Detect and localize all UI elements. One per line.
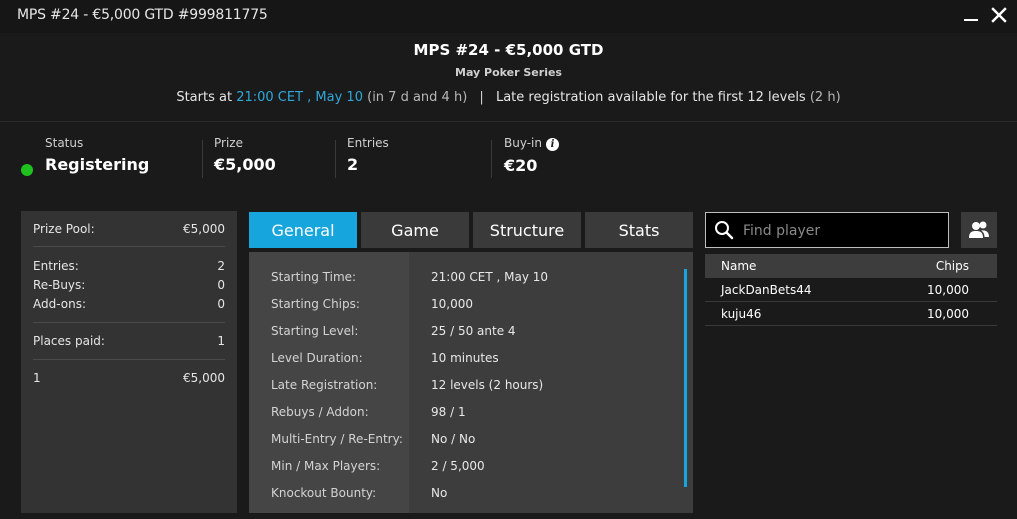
close-button[interactable] (990, 6, 1008, 24)
info-key: Level Duration: (271, 351, 363, 365)
payout-amount: €5,000 (183, 371, 225, 385)
info-key: Multi-Entry / Re-Entry: (271, 432, 403, 446)
summary-bar: Status Registering Prize €5,000 Entries … (0, 121, 1017, 193)
info-value: 12 levels (2 hours) (431, 378, 544, 392)
buyin-label: Buy-in i (504, 136, 559, 151)
general-info-panel: Starting Time: 21:00 CET , May 10 Starti… (249, 252, 693, 513)
info-key: Late Registration: (271, 378, 378, 392)
info-key: Rebuys / Addon: (271, 405, 369, 419)
starts-prefix: Starts at (176, 90, 233, 105)
player-name: JackDanBets44 (721, 283, 812, 297)
divider (491, 140, 492, 178)
tournament-header: MPS #24 - €5,000 GTD May Poker Series St… (0, 33, 1017, 121)
find-player-input[interactable] (743, 221, 943, 241)
tab-stats[interactable]: Stats (585, 212, 693, 248)
tab-general[interactable]: General (249, 212, 357, 248)
info-value: No / No (431, 432, 476, 446)
entries-row-label: Entries: (33, 259, 79, 273)
info-value: 2 / 5,000 (431, 459, 485, 473)
entries-row-value: 2 (217, 259, 225, 273)
tab-structure[interactable]: Structure (473, 212, 581, 248)
player-chips: 10,000 (927, 307, 969, 321)
info-value: 98 / 1 (431, 405, 466, 419)
players-table-header: Name Chips (705, 254, 997, 278)
info-key: Starting Level: (271, 324, 359, 338)
tab-game[interactable]: Game (361, 212, 469, 248)
find-player-box (705, 212, 949, 248)
places-paid-value: 1 (217, 334, 225, 348)
places-paid-row: Places paid: 1 (33, 334, 225, 348)
info-value: 21:00 CET , May 10 (431, 270, 549, 284)
entries-value: 2 (347, 155, 359, 174)
players-table: Name Chips JackDanBets44 10,000 kuju46 1… (705, 254, 997, 326)
table-row[interactable]: JackDanBets44 10,000 (705, 278, 997, 302)
payout-place: 1 (33, 371, 41, 385)
divider (33, 359, 225, 360)
entries-row: Entries: 2 (33, 259, 225, 273)
tournament-series: May Poker Series (455, 66, 562, 79)
start-info: Starts at 21:00 CET , May 10 (in 7 d and… (0, 90, 1017, 105)
rebuys-label: Re-Buys: (33, 278, 86, 292)
player-name: kuju46 (721, 307, 762, 321)
column-header-chips[interactable]: Chips (936, 259, 969, 273)
info-key: Min / Max Players: (271, 459, 381, 473)
divider (33, 322, 225, 323)
addons-row: Add-ons: 0 (33, 297, 225, 311)
prize-pool-row: Prize Pool: €5,000 (33, 222, 225, 236)
start-relative: (in 7 d and 4 h) (367, 90, 468, 105)
prize-stat: Prize €5,000 (214, 136, 276, 174)
addons-label: Add-ons: (33, 297, 87, 311)
divider (335, 140, 336, 178)
buyin-label-text: Buy-in (504, 136, 542, 150)
prize-label: Prize (214, 136, 243, 150)
start-time: 21:00 CET , May 10 (236, 90, 363, 105)
users-icon (969, 221, 989, 238)
tournament-title: MPS #24 - €5,000 GTD (413, 41, 604, 59)
prize-pool-label: Prize Pool: (33, 222, 95, 236)
divider (202, 140, 203, 178)
prize-value: €5,000 (214, 155, 276, 174)
status-value: Registering (45, 155, 150, 174)
scrollbar[interactable] (684, 269, 687, 487)
info-value: 10 minutes (431, 351, 499, 365)
divider (33, 246, 225, 247)
info-key: Starting Chips: (271, 297, 360, 311)
info-value: 10,000 (431, 297, 473, 311)
status-stat: Status Registering (45, 136, 149, 174)
payout-row: 1 €5,000 (33, 371, 225, 385)
info-value: No (431, 486, 448, 500)
friends-button[interactable] (961, 212, 997, 248)
info-key: Starting Time: (271, 270, 357, 284)
status-label: Status (45, 136, 84, 150)
minimize-button[interactable] (962, 4, 980, 26)
window-title: MPS #24 - €5,000 GTD #999811775 (17, 7, 268, 23)
places-paid-label: Places paid: (33, 334, 105, 348)
close-icon (991, 7, 1007, 23)
late-reg-duration: (2 h) (809, 90, 841, 105)
buyin-value: €20 (504, 156, 538, 175)
rebuys-row: Re-Buys: 0 (33, 278, 225, 292)
buyin-stat: Buy-in i €20 (504, 136, 559, 175)
entries-stat: Entries 2 (347, 136, 389, 174)
table-row[interactable]: kuju46 10,000 (705, 302, 997, 326)
late-reg-text: Late registration available for the firs… (495, 90, 806, 105)
separator: | (479, 90, 484, 105)
info-key: Knockout Bounty: (271, 486, 377, 500)
title-bar: MPS #24 - €5,000 GTD #999811775 (0, 0, 1017, 33)
column-header-name[interactable]: Name (721, 259, 756, 273)
entries-label: Entries (347, 136, 389, 150)
info-icon[interactable]: i (546, 138, 559, 151)
status-indicator-icon (21, 164, 33, 176)
addons-value: 0 (217, 297, 225, 311)
prize-panel: Prize Pool: €5,000 Entries: 2 Re-Buys: 0… (21, 211, 237, 513)
rebuys-value: 0 (217, 278, 225, 292)
search-icon (715, 221, 734, 240)
player-chips: 10,000 (927, 283, 969, 297)
info-value: 25 / 50 ante 4 (431, 324, 516, 338)
prize-pool-value: €5,000 (183, 222, 225, 236)
